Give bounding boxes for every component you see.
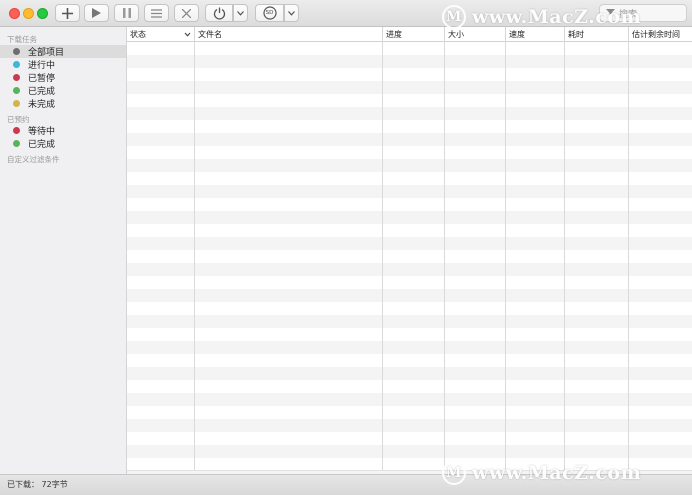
watermark-logo-icon: M bbox=[442, 461, 466, 485]
watermark-logo-icon: M bbox=[442, 5, 466, 29]
start-button[interactable] bbox=[84, 4, 109, 22]
sidebar: 下载任务 全部项目 进行中 已暂停 已完成 未完成 已预约 等待中 已完成 自定… bbox=[0, 27, 127, 474]
add-icon bbox=[62, 7, 73, 19]
list-button[interactable] bbox=[144, 4, 169, 22]
watermark: M www.MacZ.com bbox=[442, 461, 641, 485]
sidebar-item-label: 进行中 bbox=[28, 61, 56, 71]
column-divider bbox=[505, 42, 506, 474]
sidebar-custom-filter[interactable]: 自定义过滤条件 bbox=[7, 154, 60, 165]
column-divider bbox=[564, 42, 565, 474]
close-icon bbox=[182, 8, 191, 18]
column-header-label: 速度 bbox=[509, 30, 525, 39]
window-minimize-button[interactable] bbox=[23, 8, 34, 19]
remove-button[interactable] bbox=[174, 4, 199, 22]
column-header-label: 大小 bbox=[448, 30, 464, 39]
shutdown-dropdown[interactable] bbox=[233, 4, 248, 22]
status-dot-icon bbox=[13, 100, 20, 107]
column-header-label: 估计剩余时间 bbox=[632, 30, 680, 39]
sidebar-item-incomplete[interactable]: 未完成 bbox=[0, 97, 126, 110]
sidebar-item-label: 已暂停 bbox=[28, 74, 56, 84]
column-divider bbox=[382, 42, 383, 474]
column-divider bbox=[628, 42, 629, 474]
window-zoom-button[interactable] bbox=[37, 8, 48, 19]
sidebar-item-scheduled-completed[interactable]: 已完成 bbox=[0, 137, 126, 150]
chevron-down-icon bbox=[184, 32, 191, 37]
sidebar-item-label: 已完成 bbox=[28, 140, 56, 150]
sidebar-item-label: 等待中 bbox=[28, 127, 56, 137]
sidebar-heading-downloads: 下载任务 bbox=[7, 35, 37, 44]
status-dot-icon bbox=[13, 140, 20, 147]
column-header-label: 进度 bbox=[386, 30, 402, 39]
table-rows-area[interactable] bbox=[127, 42, 692, 474]
status-dot-icon bbox=[13, 127, 20, 134]
column-header-size[interactable]: 大小 bbox=[445, 27, 506, 42]
sidebar-item-label: 未完成 bbox=[28, 100, 56, 110]
sidebar-item-all[interactable]: 全部项目 bbox=[0, 45, 126, 58]
downloaded-total: 已下载： 72字节 bbox=[7, 480, 68, 489]
sidebar-item-label: 已完成 bbox=[28, 87, 56, 97]
watermark-text: www.MacZ.com bbox=[472, 6, 642, 28]
chevron-down-icon bbox=[237, 10, 244, 16]
watermark: M www.MacZ.com bbox=[442, 5, 641, 29]
column-header-elapsed[interactable]: 耗时 bbox=[565, 27, 629, 42]
column-header-label: 状态 bbox=[130, 30, 146, 39]
status-dot-icon bbox=[13, 61, 20, 68]
sidebar-item-label: 全部项目 bbox=[28, 48, 65, 58]
table-header: 状态 文件名 进度 大小 速度 耗时 估计剩余时间 bbox=[127, 27, 692, 42]
shutdown-button[interactable] bbox=[205, 4, 233, 22]
status-dot-icon bbox=[13, 48, 20, 55]
column-divider bbox=[194, 42, 195, 474]
watermark-text: www.MacZ.com bbox=[472, 462, 642, 484]
column-header-filename[interactable]: 文件名 bbox=[195, 27, 383, 42]
column-divider bbox=[444, 42, 445, 474]
column-header-speed[interactable]: 速度 bbox=[506, 27, 565, 42]
play-icon bbox=[92, 8, 101, 18]
column-header-label: 文件名 bbox=[198, 30, 222, 39]
add-download-button[interactable] bbox=[55, 4, 80, 22]
sidebar-item-completed[interactable]: 已完成 bbox=[0, 84, 126, 97]
status-dot-icon bbox=[13, 87, 20, 94]
column-header-progress[interactable]: 进度 bbox=[383, 27, 445, 42]
column-header-status[interactable]: 状态 bbox=[127, 27, 195, 42]
power-icon bbox=[213, 7, 225, 20]
chevron-down-icon bbox=[288, 10, 295, 16]
sidebar-item-paused[interactable]: 已暂停 bbox=[0, 71, 126, 84]
pause-icon bbox=[122, 8, 131, 18]
sidebar-item-in-progress[interactable]: 进行中 bbox=[0, 58, 126, 71]
downloads-table: 状态 文件名 进度 大小 速度 耗时 估计剩余时间 bbox=[127, 27, 692, 474]
column-header-label: 耗时 bbox=[568, 30, 584, 39]
column-header-remaining[interactable]: 估计剩余时间 bbox=[629, 27, 692, 42]
window-close-button[interactable] bbox=[9, 8, 20, 19]
speed-limit-button[interactable]: SD bbox=[255, 4, 284, 22]
status-dot-icon bbox=[13, 74, 20, 81]
speed-limit-label: SD bbox=[265, 10, 274, 16]
list-icon bbox=[151, 8, 162, 18]
pause-button[interactable] bbox=[114, 4, 139, 22]
sidebar-item-waiting[interactable]: 等待中 bbox=[0, 124, 126, 137]
speed-limit-dropdown[interactable] bbox=[284, 4, 299, 22]
